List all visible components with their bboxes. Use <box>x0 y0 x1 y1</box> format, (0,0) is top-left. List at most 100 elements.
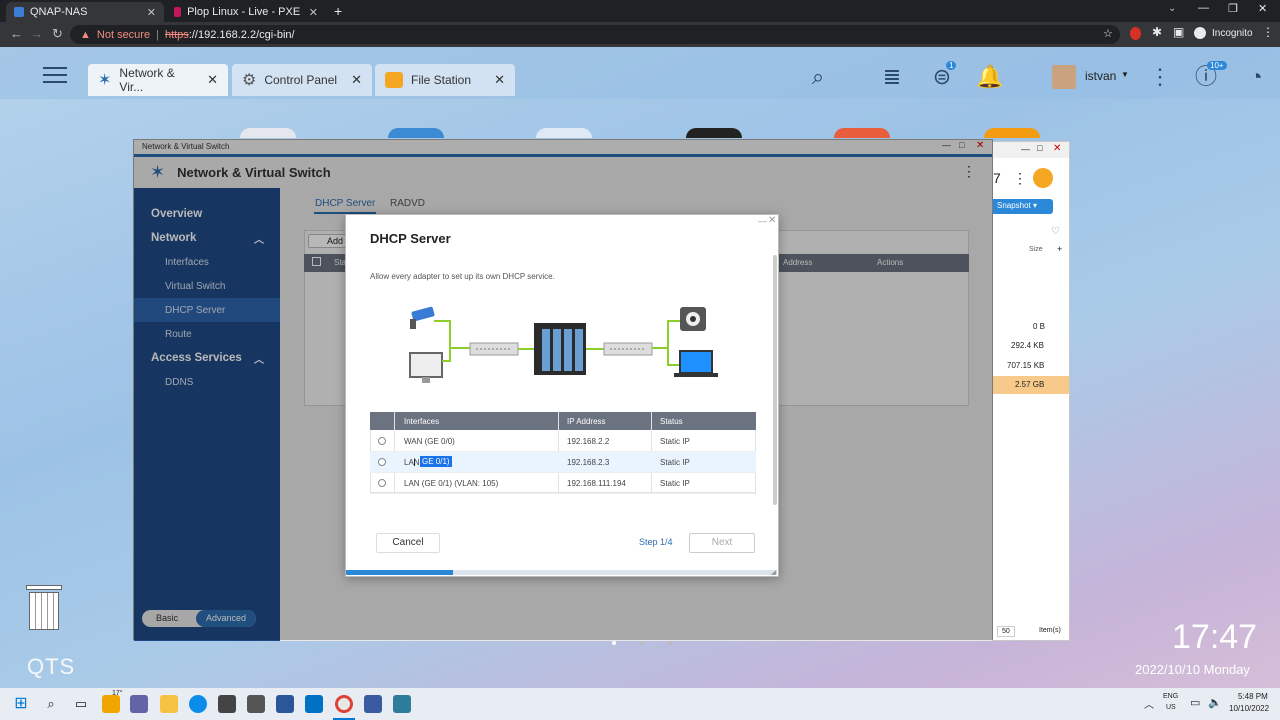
search-icon[interactable]: ⌕ <box>804 63 832 91</box>
language-code[interactable]: ENG <box>1163 693 1178 700</box>
app-tab-control-panel[interactable]: ⚙ Control Panel ✕ <box>232 64 372 96</box>
ip-status: Static IP <box>660 479 690 488</box>
minimize-icon[interactable]: — <box>1198 2 1209 14</box>
next-button[interactable]: Next <box>689 533 755 553</box>
file-explorer-icon[interactable] <box>160 695 178 713</box>
weather-icon[interactable] <box>102 695 120 713</box>
omnibox[interactable]: ▲ Not secure | https://192.168.2.2/cgi-b… <box>70 25 1120 44</box>
taskbar-date[interactable]: 10/10/2022 <box>1229 704 1269 713</box>
recycle-bin-icon[interactable] <box>26 585 62 631</box>
edge-icon[interactable] <box>189 695 207 713</box>
maximize-icon[interactable]: □ <box>1037 143 1042 153</box>
task-view-icon[interactable]: ▭ <box>72 695 90 713</box>
close-window-icon[interactable]: ✕ <box>1258 2 1267 15</box>
dashboard-gauge-icon[interactable]: ◔ <box>1242 63 1270 91</box>
close-dialog-icon[interactable]: ✕ <box>768 215 776 226</box>
status-icon[interactable] <box>1033 168 1053 188</box>
background-tasks-icon[interactable]: ≣ <box>878 63 906 91</box>
network-status-icon[interactable]: ▭ <box>1190 696 1200 709</box>
main-menu-icon[interactable] <box>43 64 67 84</box>
ip-address: 192.168.2.2 <box>567 437 610 446</box>
close-app-icon[interactable]: ✕ <box>207 72 218 88</box>
taskbar-time[interactable]: 5:48 PM <box>1238 692 1268 701</box>
page-dot[interactable] <box>612 641 616 645</box>
desktop-app-icon[interactable] <box>240 128 296 138</box>
bookmark-star-icon[interactable]: ☆ <box>1103 27 1113 40</box>
snapshot-button[interactable]: Snapshot ▾ <box>993 199 1053 214</box>
app-tab-network[interactable]: ✶ Network & Vir... ✕ <box>88 64 228 96</box>
close-window-icon[interactable]: ✕ <box>1053 143 1061 154</box>
page-dot[interactable] <box>668 641 672 645</box>
nas-server-icon <box>534 323 586 375</box>
reload-icon[interactable]: ↻ <box>52 26 63 42</box>
close-app-icon[interactable]: ✕ <box>494 72 505 88</box>
app-icon[interactable] <box>364 695 382 713</box>
close-app-icon[interactable]: ✕ <box>351 72 362 88</box>
table-row[interactable]: LAN (GE 0/1) (VLAN: 105) 192.168.111.194… <box>370 473 756 494</box>
minimize-icon[interactable]: — <box>758 216 767 226</box>
minimize-icon[interactable]: — <box>1021 144 1030 154</box>
avatar[interactable] <box>1052 65 1076 89</box>
outlook-icon[interactable] <box>305 695 323 713</box>
desktop-app-icon[interactable] <box>834 128 890 138</box>
interface-radio[interactable] <box>378 437 386 445</box>
desktop-app-icon[interactable] <box>536 128 592 138</box>
close-tab-icon[interactable]: ✕ <box>147 6 156 19</box>
browser-tab-plop[interactable]: Plop Linux - Live - PXE Boot from ✕ <box>166 2 326 22</box>
chevron-up-icon[interactable]: ︿ <box>1144 696 1154 711</box>
warning-icon: ▲ <box>80 28 91 41</box>
ip-status: Static IP <box>660 458 690 467</box>
teams-icon[interactable] <box>130 695 148 713</box>
resize-handle-icon[interactable]: ◢ <box>771 568 776 576</box>
network-switch-icon: ✶ <box>98 72 112 89</box>
per-page-select[interactable]: 50 <box>997 626 1015 637</box>
app-tab-file-station[interactable]: File Station ✕ <box>375 64 515 96</box>
store-icon[interactable] <box>218 695 236 713</box>
extensions-puzzle-icon[interactable]: ✱ <box>1152 25 1162 39</box>
extension-red-icon[interactable] <box>1130 27 1141 40</box>
start-menu-icon[interactable]: ⊞ <box>12 695 30 713</box>
desktop-app-icon[interactable] <box>388 128 444 138</box>
chrome-icon[interactable] <box>335 695 353 713</box>
add-column-icon[interactable]: + <box>1057 244 1062 254</box>
table-row-hover[interactable]: LAN GE 0/1) 192.168.2.3 Static IP <box>370 452 756 473</box>
network-tool-icon[interactable] <box>393 695 411 713</box>
laptop-icon <box>674 350 718 377</box>
table-row[interactable]: WAN (GE 0/0) 192.168.2.2 Static IP <box>370 431 756 452</box>
browser-tab-qnap[interactable]: QNAP-NAS ✕ <box>6 2 164 22</box>
file-size: 2.57 GB <box>1015 380 1045 389</box>
user-name[interactable]: istvan <box>1085 69 1116 83</box>
app-icon[interactable] <box>276 695 294 713</box>
forward-icon[interactable]: → <box>30 26 43 41</box>
step-indicator: Step 1/4 <box>639 537 673 547</box>
favorite-icon[interactable]: ♡ <box>1051 226 1060 237</box>
new-tab-icon[interactable]: + <box>334 3 342 19</box>
dialog-title: DHCP Server <box>370 231 451 246</box>
region-code[interactable]: US <box>1166 704 1176 711</box>
interface-radio[interactable] <box>378 458 386 466</box>
browser-menu-icon[interactable]: ⋮ <box>1262 25 1274 39</box>
interface-radio[interactable] <box>378 479 386 487</box>
items-label: Item(s) <box>1039 627 1061 634</box>
desktop-app-icon[interactable] <box>984 128 1040 138</box>
col-size[interactable]: Size <box>1029 246 1043 253</box>
desktop-app-icon[interactable] <box>686 128 742 138</box>
bell-icon[interactable]: 🔔 <box>976 63 1004 91</box>
scrollbar[interactable] <box>773 255 777 505</box>
search-icon[interactable]: ⌕ <box>42 695 60 713</box>
back-icon[interactable]: ← <box>10 26 23 41</box>
volume-icon[interactable]: 🔈 <box>1208 696 1222 709</box>
interface-name: WAN (GE 0/0) <box>404 437 455 446</box>
page-dot[interactable] <box>640 641 644 645</box>
close-tab-icon[interactable]: ✕ <box>309 6 318 19</box>
restore-icon[interactable]: ❐ <box>1228 2 1238 15</box>
more-options-icon[interactable]: ⋮ <box>1013 170 1027 187</box>
col-status: Status <box>660 417 683 426</box>
tab-search-icon[interactable]: ⌄ <box>1168 3 1176 14</box>
app-icon[interactable] <box>247 695 265 713</box>
browser-tab-label: QNAP-NAS <box>30 6 88 18</box>
side-panel-icon[interactable]: ▣ <box>1173 25 1184 39</box>
cancel-button[interactable]: Cancel <box>376 533 440 553</box>
more-options-icon[interactable]: ⋮ <box>1146 63 1174 91</box>
chevron-down-icon[interactable]: ▼ <box>1121 70 1129 79</box>
